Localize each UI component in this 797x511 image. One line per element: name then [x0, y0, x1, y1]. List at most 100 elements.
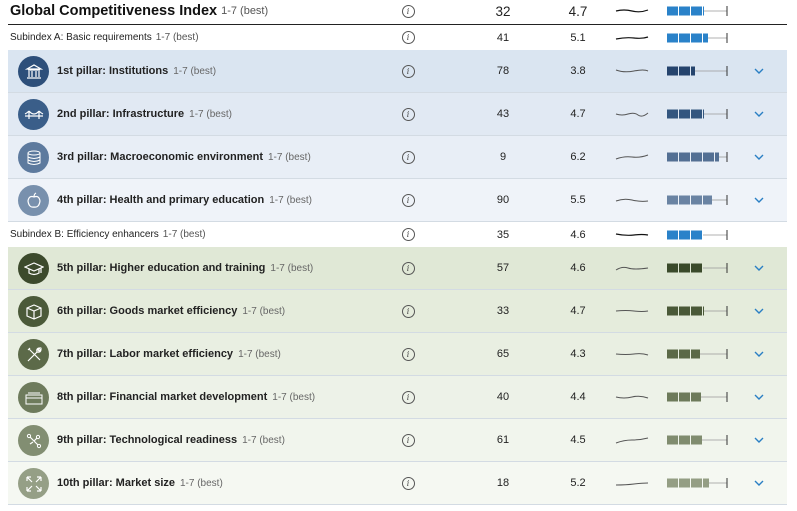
- pillar-name-text: 4th pillar: Health and primary education: [57, 194, 265, 206]
- subindex-b-row: Subindex B: Efficiency enhancers 1-7 (bes…: [8, 221, 787, 247]
- score-bar-segment: [715, 152, 719, 162]
- score-bar: [667, 376, 731, 418]
- score-bar-segment: [679, 33, 690, 42]
- score-bar: [667, 247, 731, 289]
- pillar-row[interactable]: 5th pillar: Higher education and trainin…: [8, 247, 787, 290]
- info-icon[interactable]: i: [401, 462, 415, 504]
- score-bar-segment: [703, 6, 704, 16]
- pillar-range: 1-7 (best): [268, 151, 311, 163]
- pillar-row[interactable]: 2nd pillar: Infrastructure 1-7 (best) i 4…: [8, 93, 787, 136]
- score-bar-segment: [667, 66, 678, 76]
- info-icon[interactable]: i: [401, 333, 415, 375]
- pillar-name-text: 8th pillar: Financial market development: [57, 391, 268, 403]
- chevron-down-icon[interactable]: [752, 136, 766, 178]
- score-bar-segment: [703, 33, 708, 42]
- pillar-name-text: 6th pillar: Goods market efficiency: [57, 305, 238, 317]
- info-icon[interactable]: i: [401, 247, 415, 289]
- score-bar: [667, 136, 731, 178]
- chevron-down-icon[interactable]: [752, 462, 766, 504]
- cash-icon: [18, 382, 49, 413]
- chevron-down-icon[interactable]: [752, 333, 766, 375]
- info-icon[interactable]: i: [401, 376, 415, 418]
- pillar-row[interactable]: 10th pillar: Market size 1-7 (best) i 18 …: [8, 462, 787, 505]
- info-icon[interactable]: i: [401, 136, 415, 178]
- pillar-name-text: 7th pillar: Labor market efficiency: [57, 348, 234, 360]
- pillar-score: 4.4: [570, 391, 586, 403]
- pillar-name: 1st pillar: Institutions 1-7 (best): [57, 50, 216, 92]
- score-bar: [667, 333, 731, 375]
- score-bar: [667, 179, 731, 221]
- pillar-row[interactable]: 4th pillar: Health and primary education…: [8, 179, 787, 222]
- info-icon[interactable]: i: [401, 419, 415, 461]
- pillar-score: 6.2: [570, 151, 586, 163]
- score-bar-segment: [679, 263, 690, 273]
- pillar-score: 4.5: [570, 434, 586, 446]
- score-bar-segment: [703, 306, 704, 316]
- score-bar-segment: [667, 152, 678, 162]
- pillar-row[interactable]: 8th pillar: Financial market development…: [8, 376, 787, 419]
- pillar-name-text: 3rd pillar: Macroeconomic environment: [57, 151, 263, 163]
- score-bar-segment: [667, 109, 678, 119]
- chevron-down-icon[interactable]: [752, 179, 766, 221]
- pillar-row[interactable]: 3rd pillar: Macroeconomic environment 1-7…: [8, 136, 787, 179]
- trend-sparkline: [614, 179, 650, 221]
- info-icon[interactable]: i: [401, 93, 415, 135]
- chevron-down-icon[interactable]: [752, 419, 766, 461]
- pillar-rank: 78: [496, 65, 510, 77]
- box-icon: [18, 296, 49, 327]
- expand-arrows-icon: [18, 468, 49, 499]
- pillar-name: 6th pillar: Goods market efficiency 1-7 (…: [57, 290, 285, 332]
- info-icon[interactable]: i: [401, 179, 415, 221]
- subindex-b-info-icon[interactable]: i: [401, 222, 415, 247]
- score-bar-segment: [703, 152, 714, 162]
- circuit-icon: [18, 425, 49, 456]
- score-bar-segment: [691, 109, 702, 119]
- chevron-down-icon[interactable]: [752, 93, 766, 135]
- gci-header-row: Global Competitiveness Index 1-7 (best) i…: [8, 0, 787, 22]
- score-bar-segment: [691, 152, 702, 162]
- pillar-range: 1-7 (best): [173, 65, 217, 77]
- score-bar-segment: [679, 349, 690, 359]
- pillar-rank: 18: [496, 477, 510, 489]
- subindex-a-range: 1-7 (best): [155, 32, 199, 43]
- subindex-b-title: Subindex B: Efficiency enhancers 1-7 (bes…: [10, 222, 206, 247]
- score-bar: [667, 50, 731, 92]
- pillar-rank: 65: [496, 348, 510, 360]
- pillar-row[interactable]: 1st pillar: Institutions 1-7 (best) i 78 …: [8, 50, 787, 93]
- gci-rank: 32: [495, 3, 511, 19]
- apple-icon: [18, 185, 49, 216]
- chevron-down-icon[interactable]: [752, 290, 766, 332]
- gci-trend-sparkline: [614, 0, 650, 22]
- score-bar-segment: [679, 6, 690, 16]
- pillar-name-text: 10th pillar: Market size: [57, 477, 175, 489]
- subindex-a-info-icon[interactable]: i: [401, 25, 415, 50]
- pillar-score: 5.2: [570, 477, 586, 489]
- gci-title: Global Competitiveness Index 1-7 (best): [10, 0, 268, 22]
- pillar-rank: 57: [496, 262, 510, 274]
- score-bar-segment: [691, 195, 702, 205]
- pillar-name: 3rd pillar: Macroeconomic environment 1-7…: [57, 136, 311, 178]
- chevron-down-icon[interactable]: [752, 247, 766, 289]
- pillar-rank: 9: [499, 151, 507, 163]
- gci-range: 1-7 (best): [221, 5, 269, 17]
- score-bar-segment: [691, 306, 702, 316]
- pillar-row[interactable]: 7th pillar: Labor market efficiency 1-7 (…: [8, 333, 787, 376]
- score-bar-segment: [691, 435, 702, 445]
- score-bar-segment: [679, 435, 690, 445]
- pillar-score: 4.3: [570, 348, 586, 360]
- trend-sparkline: [614, 247, 650, 289]
- pillar-rank: 33: [496, 305, 510, 317]
- pillar-row[interactable]: 9th pillar: Technological readiness 1-7 (…: [8, 419, 787, 462]
- chevron-down-icon[interactable]: [752, 376, 766, 418]
- info-icon[interactable]: i: [401, 50, 415, 92]
- info-icon[interactable]: i: [401, 290, 415, 332]
- coins-stack-icon: [18, 142, 49, 173]
- pillar-name: 2nd pillar: Infrastructure 1-7 (best): [57, 93, 232, 135]
- score-bar-segment: [667, 392, 678, 402]
- pillar-range: 1-7 (best): [270, 262, 314, 274]
- bridge-icon: [18, 99, 49, 130]
- trend-sparkline: [614, 376, 650, 418]
- chevron-down-icon[interactable]: [752, 50, 766, 92]
- pillar-row[interactable]: 6th pillar: Goods market efficiency 1-7 (…: [8, 290, 787, 333]
- gci-info-icon[interactable]: i: [401, 0, 415, 22]
